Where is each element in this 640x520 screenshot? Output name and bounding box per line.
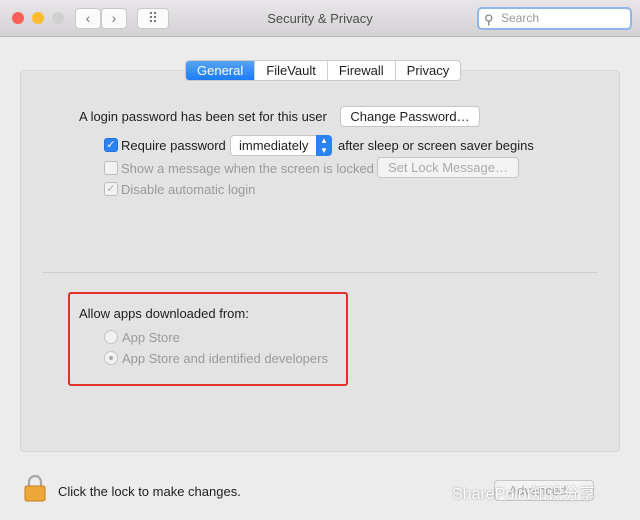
set-lock-message-button[interactable]: Set Lock Message… xyxy=(377,157,519,178)
radio-identified-developers[interactable] xyxy=(104,351,118,365)
watermark: SharePoint知识分享 xyxy=(452,486,596,503)
show-message-checkbox[interactable] xyxy=(104,161,118,175)
tab-firewall[interactable]: Firewall xyxy=(328,61,396,80)
tab-privacy[interactable]: Privacy xyxy=(396,61,461,80)
radio-identified-developers-label: App Store and identified developers xyxy=(122,351,328,366)
tab-general[interactable]: General xyxy=(186,61,256,80)
allow-apps-title: Allow apps downloaded from: xyxy=(79,306,249,321)
select-value: immediately xyxy=(239,138,309,153)
login-password-text: A login password has been set for this u… xyxy=(79,109,327,124)
search-input[interactable]: ⚲ Search xyxy=(477,7,632,30)
require-password-delay-select[interactable]: immediately ▲ ▼ xyxy=(230,135,332,156)
disable-automatic-login-checkbox[interactable]: ✓ xyxy=(104,182,118,196)
search-placeholder: Search xyxy=(501,11,540,25)
show-message-label: Show a message when the screen is locked xyxy=(121,161,374,176)
require-password-checkbox[interactable]: ✓ xyxy=(104,138,118,152)
search-icon: ⚲ xyxy=(484,12,494,27)
tab-bar: General FileVault Firewall Privacy xyxy=(185,60,462,81)
radio-app-store-label: App Store xyxy=(122,330,180,345)
tab-filevault[interactable]: FileVault xyxy=(255,61,328,80)
radio-app-store[interactable] xyxy=(104,330,118,344)
lock-icon[interactable] xyxy=(24,474,46,502)
require-password-label: Require password xyxy=(121,138,226,153)
require-password-suffix: after sleep or screen saver begins xyxy=(338,138,534,153)
change-password-button[interactable]: Change Password… xyxy=(340,106,480,127)
title-bar: ‹ › ⠿ Security & Privacy ⚲ Search xyxy=(0,0,640,37)
settings-panel xyxy=(20,70,620,452)
chevron-updown-icon: ▲ ▼ xyxy=(316,135,332,156)
disable-automatic-login-label: Disable automatic login xyxy=(121,182,256,197)
divider xyxy=(42,272,598,273)
lock-instruction-text: Click the lock to make changes. xyxy=(58,484,241,499)
